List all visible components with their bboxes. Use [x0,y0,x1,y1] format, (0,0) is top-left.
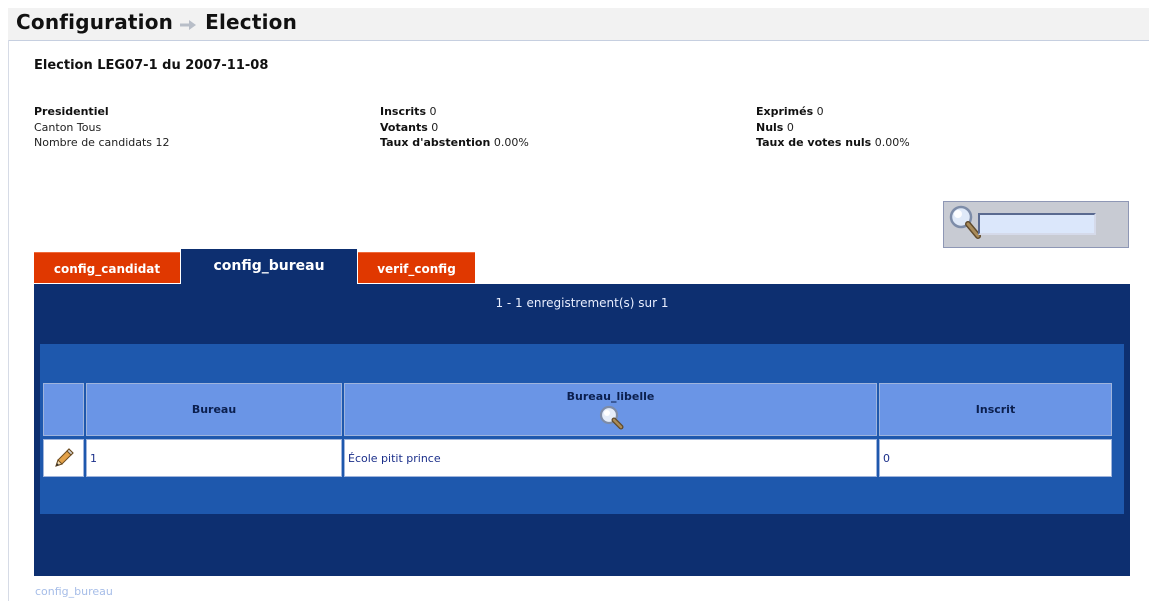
column-header-bureau[interactable]: Bureau [86,383,342,436]
footer-link-config-bureau[interactable]: config_bureau [35,585,113,598]
record-counter: 1 - 1 enregistrement(s) sur 1 [495,296,669,310]
tab-config-bureau[interactable]: config_bureau [181,249,357,285]
election-title: Election LEG07-1 du 2007-11-08 [34,58,269,73]
page: Configuration Election Election LEG07-1 d… [0,0,1149,601]
nuls-value: 0 [786,120,794,134]
cell-bureau[interactable]: 1 [86,439,342,477]
breadcrumb-configuration[interactable]: Configuration [16,10,173,34]
abstention-value: 0.00% [493,136,529,149]
search-box [943,201,1129,248]
votants-label: Votants [380,120,428,134]
search-icon[interactable] [948,204,982,246]
cell-bureau-libelle[interactable]: École pitit prince [344,439,877,477]
votes-nuls-value: 0.00% [874,136,910,149]
column-header-inscrit[interactable]: Inscrit [879,383,1112,436]
election-info-col1: Presidentiel Canton Tous Nombre de candi… [34,104,170,151]
election-info-col3: Exprimés 0 Nuls 0 Taux de votes nuls 0.0… [756,104,910,151]
votants-value: 0 [431,120,439,134]
breadcrumb-election: Election [205,10,298,34]
election-info-col2: Inscrits 0 Votants 0 Taux d'abstention 0… [380,104,529,151]
edit-button[interactable] [43,439,84,477]
canton-label: Canton [34,120,74,134]
search-input[interactable] [978,213,1096,235]
column-header-bureau-libelle[interactable]: Bureau_libelle [344,383,877,436]
nuls-label: Nuls [756,120,784,134]
abstention-label: Taux d'abstention [380,136,491,149]
candidats-value: 12 [155,136,170,149]
divider [8,40,9,601]
search-icon[interactable] [345,404,876,433]
election-type: Presidentiel [34,105,109,118]
inscrits-label: Inscrits [380,105,426,118]
arrow-right-icon [179,12,197,36]
candidats-label: Nombre de candidats [34,136,153,149]
edit-column-header [43,383,84,436]
exprimes-label: Exprimés [756,105,814,118]
pencil-icon [52,448,76,473]
tab-config-candidat[interactable]: config_candidat [34,252,180,283]
inscrits-value: 0 [429,105,437,118]
column-header-bureau-libelle-label: Bureau_libelle [566,390,655,403]
votes-nuls-label: Taux de votes nuls [756,136,872,149]
exprimes-value: 0 [816,105,824,118]
cell-inscrit[interactable]: 0 [879,439,1112,477]
page-title: Configuration Election [16,10,297,36]
canton-value: Tous [76,120,102,134]
tab-verif-config[interactable]: verif_config [358,252,475,283]
